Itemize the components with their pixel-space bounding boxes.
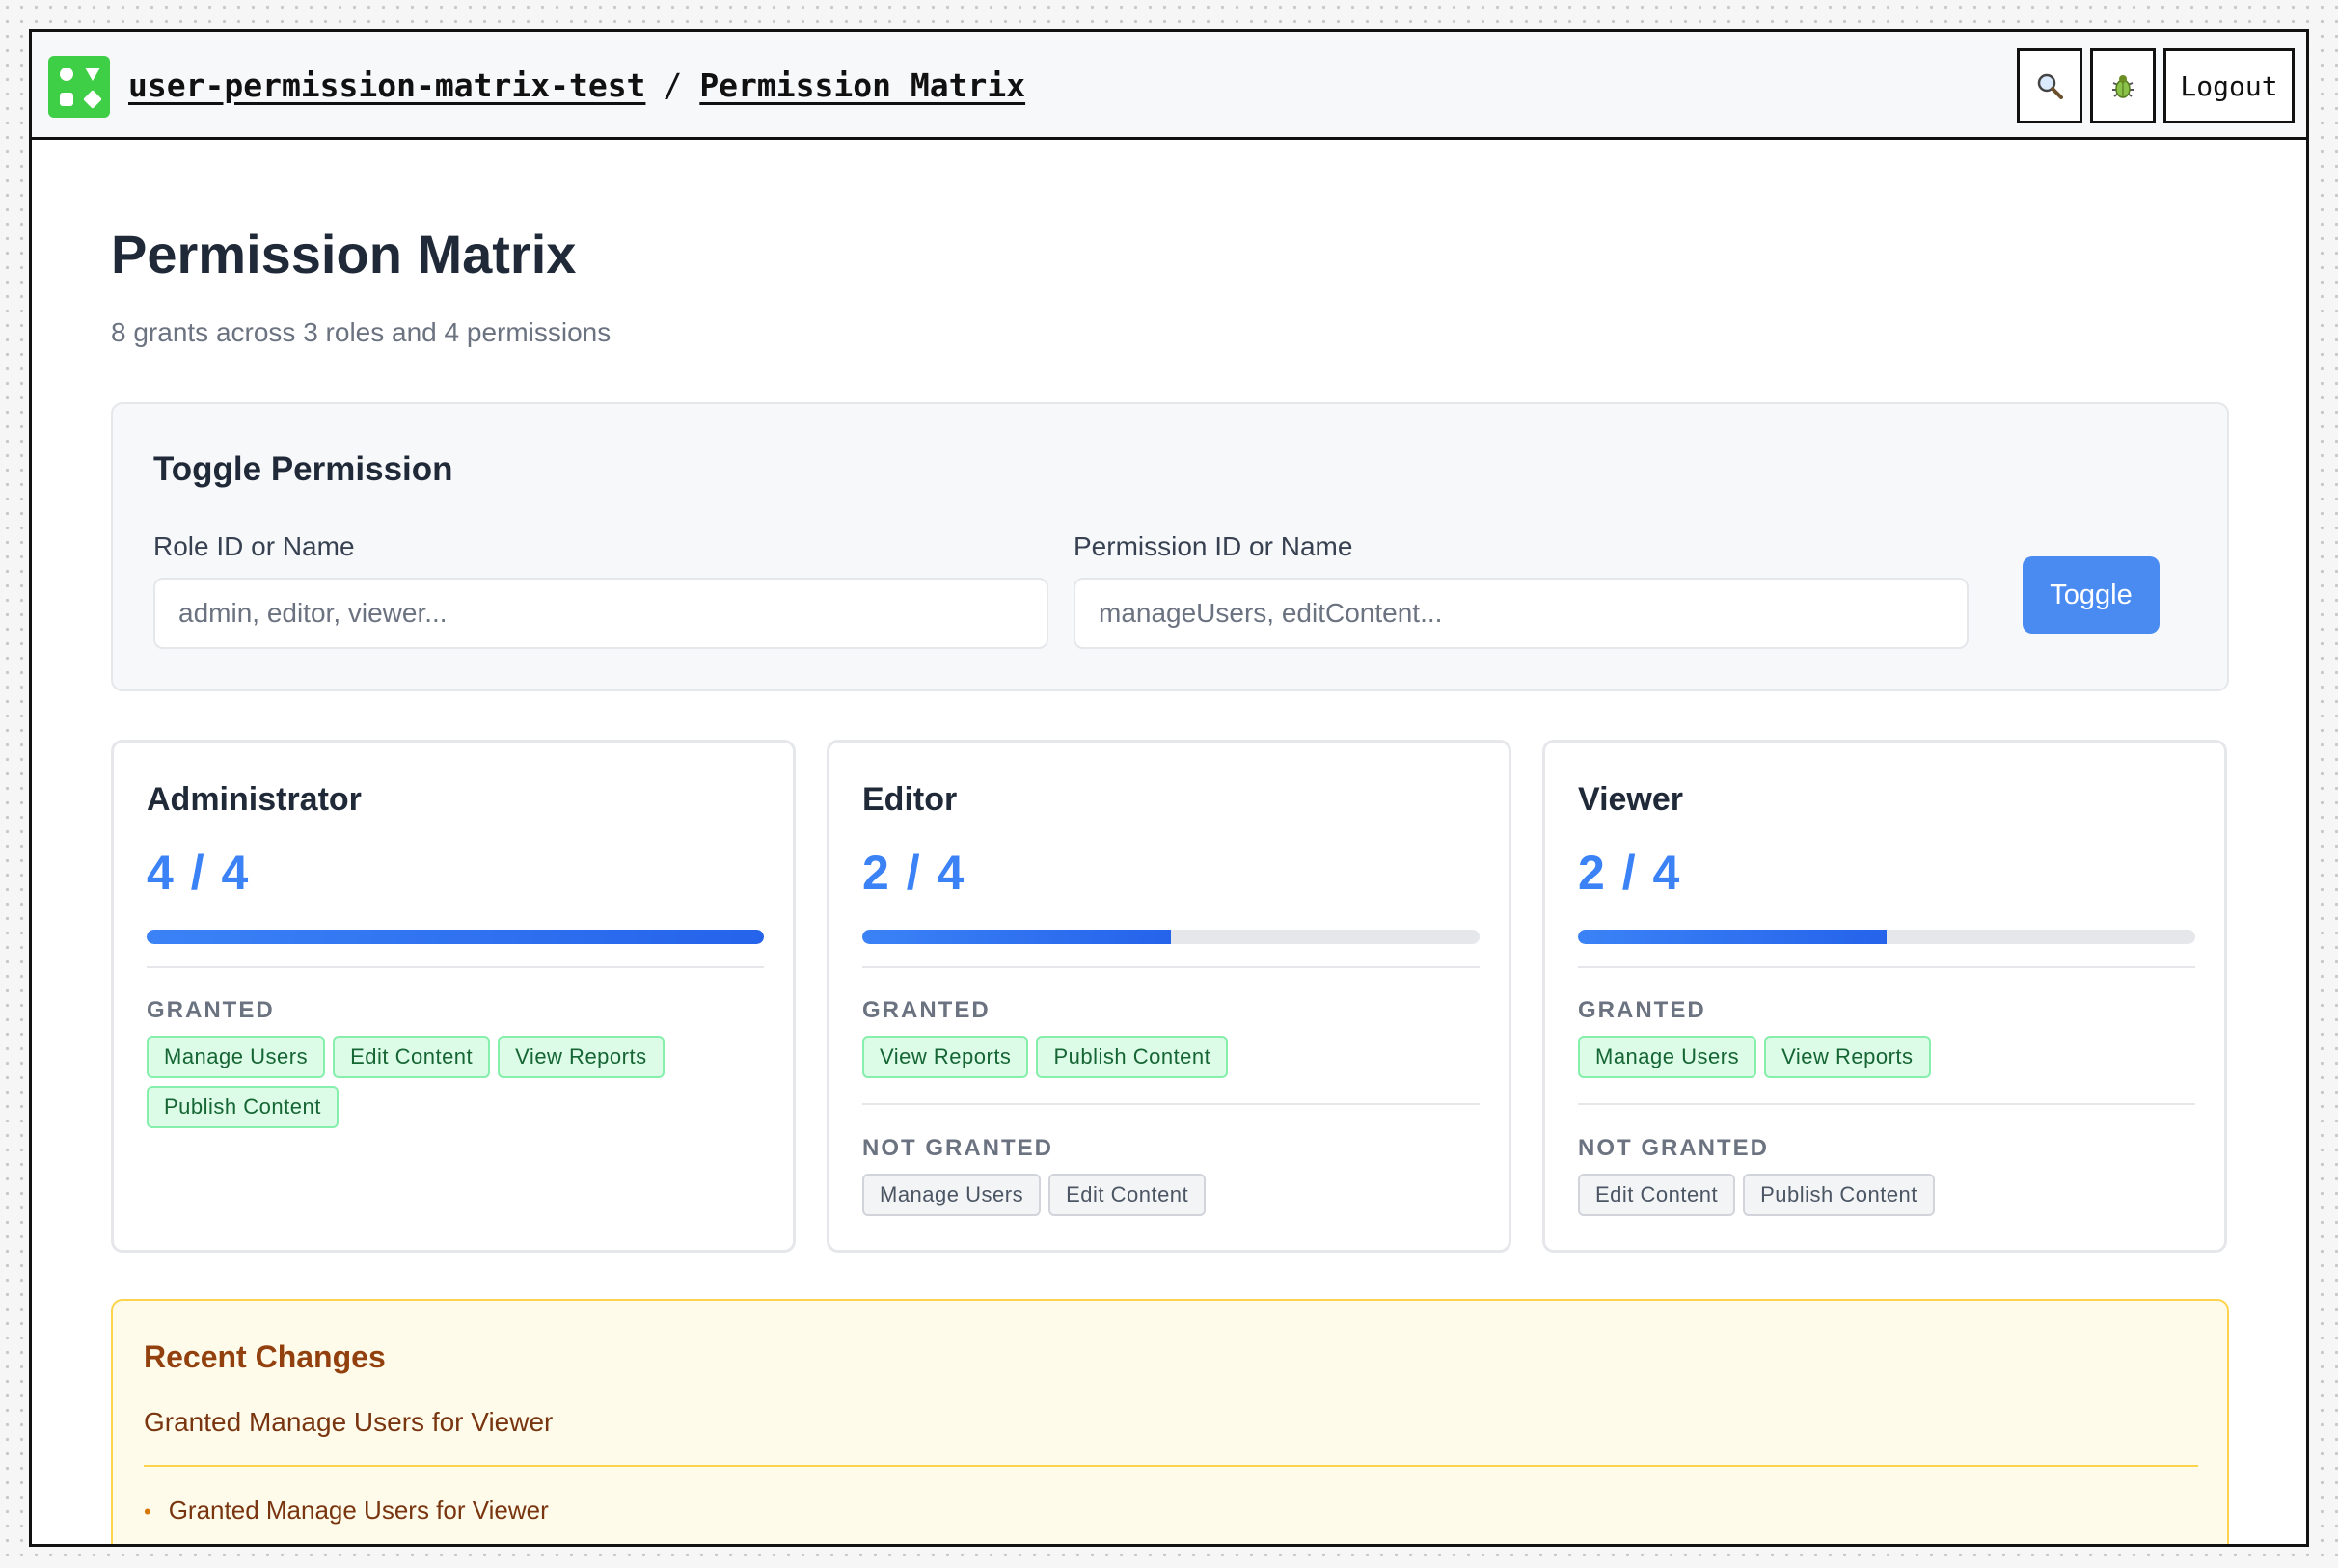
role-name: Administrator xyxy=(147,781,362,818)
role-name: Viewer xyxy=(1578,781,1684,818)
top-bar: user-permission-matrix-test / Permission M… xyxy=(32,32,2306,140)
divider xyxy=(862,1103,1480,1105)
divider xyxy=(1578,966,2195,968)
search-button[interactable] xyxy=(2017,48,2082,123)
page-title: Permission Matrix xyxy=(111,224,577,284)
role-grant-count: 4 / 4 xyxy=(147,846,251,900)
role-grant-count: 2 / 4 xyxy=(862,846,966,900)
role-card-administrator: Administrator 4 / 4 GRANTED Manage Users Edi… xyxy=(111,740,796,1253)
divider xyxy=(862,966,1480,968)
role-name: Editor xyxy=(862,781,958,818)
not-granted-tags: Edit Content Publish Content xyxy=(1578,1174,2195,1216)
progress-fill xyxy=(1578,930,1887,944)
granted-permission-tag[interactable]: Publish Content xyxy=(1036,1036,1229,1078)
granted-permission-tag[interactable]: View Reports xyxy=(862,1036,1029,1078)
granted-permission-tag[interactable]: Edit Content xyxy=(333,1036,491,1078)
granted-heading: GRANTED xyxy=(1578,997,1706,1023)
not-granted-heading: NOT GRANTED xyxy=(1578,1135,1769,1161)
role-grant-count: 2 / 4 xyxy=(1578,846,1682,900)
progress-bar xyxy=(147,930,764,944)
divider xyxy=(147,966,764,968)
breadcrumb-page-link[interactable]: Permission Matrix xyxy=(699,67,1025,104)
role-input[interactable] xyxy=(153,578,1048,649)
permission-field-label: Permission ID or Name xyxy=(1074,531,1353,561)
granted-heading: GRANTED xyxy=(862,997,991,1023)
not-granted-permission-tag[interactable]: Manage Users xyxy=(862,1174,1042,1216)
divider xyxy=(1578,1103,2195,1105)
not-granted-heading: NOT GRANTED xyxy=(862,1135,1053,1161)
bug-icon xyxy=(2112,75,2134,98)
role-card-editor: Editor 2 / 4 GRANTED View Reports Publish Co… xyxy=(827,740,1511,1253)
granted-tags: View Reports Publish Content xyxy=(862,1036,1480,1078)
breadcrumb-project-link[interactable]: user-permission-matrix-test xyxy=(128,67,645,104)
app-logo-icon[interactable] xyxy=(48,56,110,118)
role-card-viewer: Viewer 2 / 4 GRANTED Manage Users View Repor… xyxy=(1542,740,2227,1253)
not-granted-permission-tag[interactable]: Edit Content xyxy=(1048,1174,1207,1216)
change-list-item: • Granted Manage Users for Viewer xyxy=(144,1496,549,1526)
granted-permission-tag[interactable]: View Reports xyxy=(498,1036,665,1078)
granted-permission-tag[interactable]: Manage Users xyxy=(147,1036,326,1078)
app-window: user-permission-matrix-test / Permission M… xyxy=(29,29,2309,1547)
page-subtitle: 8 grants across 3 roles and 4 permission… xyxy=(111,317,612,347)
logout-button[interactable]: Logout xyxy=(2163,48,2295,123)
breadcrumb: user-permission-matrix-test / Permission M… xyxy=(128,65,1025,107)
divider xyxy=(144,1465,2198,1467)
progress-bar xyxy=(1578,930,2195,944)
toggle-permission-panel: Toggle Permission Role ID or Name Permis… xyxy=(111,402,2229,691)
debug-button[interactable] xyxy=(2090,48,2156,123)
bullet-icon: • xyxy=(144,1500,151,1524)
granted-permission-tag[interactable]: View Reports xyxy=(1764,1036,1931,1078)
granted-permission-tag[interactable]: Publish Content xyxy=(147,1086,339,1128)
granted-tags: Manage Users View Reports xyxy=(1578,1036,2195,1078)
not-granted-permission-tag[interactable]: Publish Content xyxy=(1743,1174,1935,1216)
role-field-label: Role ID or Name xyxy=(153,531,355,561)
granted-tags: Manage Users Edit Content View Reports Publ… xyxy=(147,1036,764,1128)
toggle-panel-heading: Toggle Permission xyxy=(153,450,453,488)
granted-heading: GRANTED xyxy=(147,997,275,1023)
search-icon xyxy=(2037,73,2063,99)
recent-changes-panel: Recent Changes Granted Manage Users for … xyxy=(111,1299,2229,1544)
recent-changes-heading: Recent Changes xyxy=(144,1339,386,1374)
toggle-button[interactable]: Toggle xyxy=(2023,556,2160,634)
not-granted-tags: Manage Users Edit Content xyxy=(862,1174,1480,1216)
latest-change: Granted Manage Users for Viewer xyxy=(144,1407,554,1437)
progress-fill xyxy=(862,930,1171,944)
not-granted-permission-tag[interactable]: Edit Content xyxy=(1578,1174,1736,1216)
change-text: Granted Manage Users for Viewer xyxy=(168,1496,549,1525)
breadcrumb-separator: / xyxy=(663,67,683,104)
progress-bar xyxy=(862,930,1480,944)
progress-fill xyxy=(147,930,764,944)
granted-permission-tag[interactable]: Manage Users xyxy=(1578,1036,1757,1078)
permission-input[interactable] xyxy=(1074,578,1969,649)
